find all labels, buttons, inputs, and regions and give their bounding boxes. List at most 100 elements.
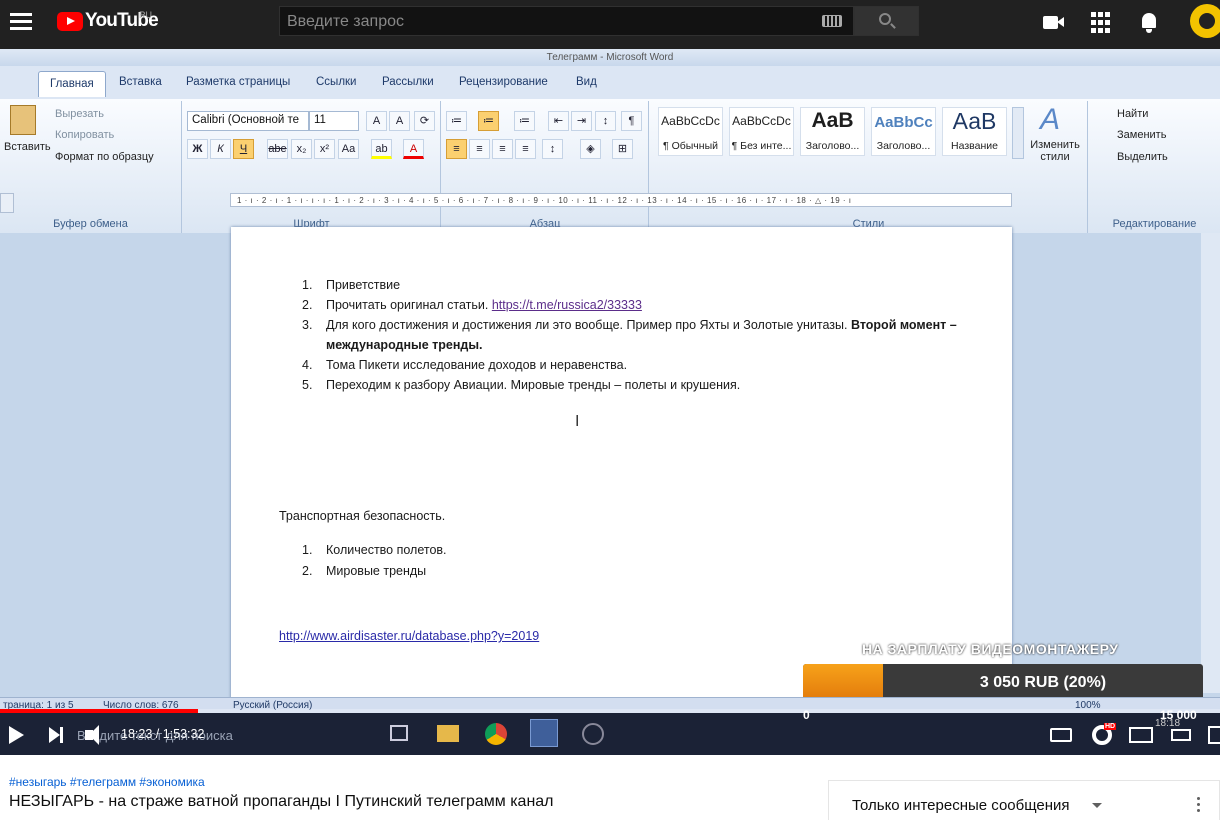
ruler-corner xyxy=(0,193,14,213)
numbered-list-2: 1. Количество полетов. 2. Мировые тренды xyxy=(302,540,702,582)
grow-font-icon[interactable]: A xyxy=(366,111,387,131)
font-color-icon[interactable]: A xyxy=(403,139,424,159)
editing-group: Найти Заменить Выделить Редактирование xyxy=(1089,101,1220,233)
apps-icon[interactable] xyxy=(1091,12,1113,34)
youtube-logo[interactable]: YouTube RU xyxy=(57,10,159,32)
search-input[interactable]: Введите запрос xyxy=(279,6,854,36)
tab-references[interactable]: Ссылки xyxy=(316,76,357,88)
increase-indent-icon[interactable]: ⇥ xyxy=(571,111,592,131)
change-case-icon[interactable]: Aa xyxy=(338,139,359,159)
airdisaster-link[interactable]: http://www.airdisaster.ru/database.php?y… xyxy=(279,629,539,643)
keyboard-icon[interactable] xyxy=(822,15,842,27)
next-icon[interactable] xyxy=(49,727,63,743)
list-item: 2. Мировые тренды xyxy=(302,561,702,582)
line-spacing-icon[interactable]: ↕ xyxy=(542,139,563,159)
paste-icon[interactable] xyxy=(10,105,36,135)
align-center-icon[interactable]: ≡ xyxy=(469,139,490,159)
editing-label: Редактирование xyxy=(1112,218,1197,230)
clear-format-icon[interactable]: ⟳ xyxy=(414,111,435,131)
list-item: 1. Приветствие xyxy=(302,275,982,295)
tab-home[interactable]: Главная xyxy=(38,71,106,97)
search-button[interactable] xyxy=(854,6,919,36)
chevron-down-icon[interactable] xyxy=(1092,803,1102,808)
theater-mode-icon[interactable] xyxy=(1171,729,1191,741)
shading-icon[interactable]: ◈ xyxy=(580,139,601,159)
document-page[interactable]: 1. Приветствие 2. Прочитать оригинал ста… xyxy=(231,227,1012,699)
copy-button[interactable]: Копировать xyxy=(55,129,114,141)
italic-icon[interactable]: К xyxy=(210,139,231,159)
tab-review[interactable]: Рецензирование xyxy=(459,76,548,88)
word-window: Телеграмм - Microsoft Word Главная Встав… xyxy=(0,49,1220,704)
bold-icon[interactable]: Ж xyxy=(187,139,208,159)
change-styles-button[interactable]: Изменить стили xyxy=(1030,139,1080,163)
time-display: 18:23 / 1:53:32 xyxy=(121,727,205,741)
chat-filter-select[interactable]: Только интересные сообщения xyxy=(852,797,1070,814)
replace-button[interactable]: Заменить xyxy=(1117,129,1166,141)
list-text: Тома Пикети исследование доходов и нерав… xyxy=(326,358,628,372)
list-text: Переходим к разбору Авиации. Мировые тре… xyxy=(326,378,741,392)
strikethrough-icon[interactable]: abe xyxy=(267,139,288,159)
select-button[interactable]: Выделить xyxy=(1117,151,1168,163)
menu-icon[interactable] xyxy=(10,13,32,31)
fullscreen-icon[interactable] xyxy=(1208,726,1220,744)
superscript-icon[interactable]: x² xyxy=(314,139,335,159)
sort-icon[interactable]: ↕ xyxy=(595,111,616,131)
decrease-indent-icon[interactable]: ⇤ xyxy=(548,111,569,131)
font-name-select[interactable]: Calibri (Основной те xyxy=(187,111,309,131)
create-video-icon[interactable] xyxy=(1043,12,1065,34)
style-normal[interactable]: AaBbCcDc ¶ Обычный xyxy=(658,107,723,156)
obs-icon xyxy=(582,723,604,745)
task-view-icon xyxy=(390,725,408,741)
tab-view[interactable]: Вид xyxy=(576,76,597,88)
list-item: 3. Для кого достижения и достижения ли э… xyxy=(302,315,982,355)
tab-page-layout[interactable]: Разметка страницы xyxy=(186,76,290,88)
clipboard-label: Буфер обмена xyxy=(53,218,128,230)
miniplayer-icon[interactable] xyxy=(1129,727,1153,743)
vertical-scrollbar[interactable] xyxy=(1201,233,1220,693)
play-icon[interactable] xyxy=(9,726,24,744)
explorer-icon xyxy=(437,725,459,742)
telegram-link[interactable]: https://t.me/russica2/33333 xyxy=(492,298,642,312)
subtitles-icon[interactable] xyxy=(1050,728,1072,742)
youtube-play-icon xyxy=(57,11,83,31)
list-text: Прочитать оригинал статьи. xyxy=(326,298,492,312)
show-marks-icon[interactable]: ¶ xyxy=(621,111,642,131)
highlight-icon[interactable]: ab xyxy=(371,139,392,159)
cut-button[interactable]: Вырезать xyxy=(55,108,104,120)
borders-icon[interactable]: ⊞ xyxy=(612,139,633,159)
align-left-icon[interactable]: ≡ xyxy=(446,139,467,159)
multilevel-list-icon[interactable]: ≔ xyxy=(514,111,535,131)
find-button[interactable]: Найти xyxy=(1117,108,1148,120)
format-painter-button[interactable]: Формат по образцу xyxy=(55,151,154,163)
paste-label[interactable]: Вставить xyxy=(4,141,51,153)
style-sample: AaBbCcDc xyxy=(661,114,720,128)
tab-mailings[interactable]: Рассылки xyxy=(382,76,434,88)
style-heading-1[interactable]: AaB Заголово... xyxy=(800,107,865,156)
video-progress-bar[interactable] xyxy=(0,709,1220,713)
justify-icon[interactable]: ≡ xyxy=(515,139,536,159)
hashtags[interactable]: #незыгарь #телеграмм #экономика xyxy=(9,775,205,789)
text-cursor-icon: I xyxy=(575,413,580,430)
style-sample: AaB xyxy=(811,109,854,132)
style-name: Заголово... xyxy=(805,140,860,152)
style-title[interactable]: АаВ Название xyxy=(942,107,1007,156)
change-styles-icon[interactable]: A xyxy=(1040,103,1060,137)
avatar[interactable] xyxy=(1190,4,1220,38)
underline-icon[interactable]: Ч xyxy=(233,139,254,159)
subscript-icon[interactable]: x₂ xyxy=(291,139,312,159)
more-options-icon[interactable] xyxy=(1197,797,1201,815)
styles-scroll[interactable] xyxy=(1012,107,1024,159)
video-player[interactable]: Телеграмм - Microsoft Word Главная Встав… xyxy=(0,49,1220,755)
bullets-icon[interactable]: ≔ xyxy=(446,111,467,131)
style-heading-2[interactable]: AaBbCc Заголово... xyxy=(871,107,936,156)
volume-icon[interactable] xyxy=(85,725,99,745)
notifications-icon[interactable] xyxy=(1139,12,1161,34)
horizontal-ruler[interactable]: 1 · ı · 2 · ı · 1 · ı · ı · ı · 1 · ı · … xyxy=(230,193,1012,207)
shrink-font-icon[interactable]: A xyxy=(389,111,410,131)
ribbon: Вставить Вырезать Копировать Формат по о… xyxy=(0,99,1220,233)
align-right-icon[interactable]: ≡ xyxy=(492,139,513,159)
numbering-icon[interactable]: ≔ xyxy=(478,111,499,131)
style-no-spacing[interactable]: AaBbCcDc ¶ Без инте... xyxy=(729,107,794,156)
tab-insert[interactable]: Вставка xyxy=(119,76,162,88)
font-size-select[interactable]: 11 xyxy=(309,111,359,131)
